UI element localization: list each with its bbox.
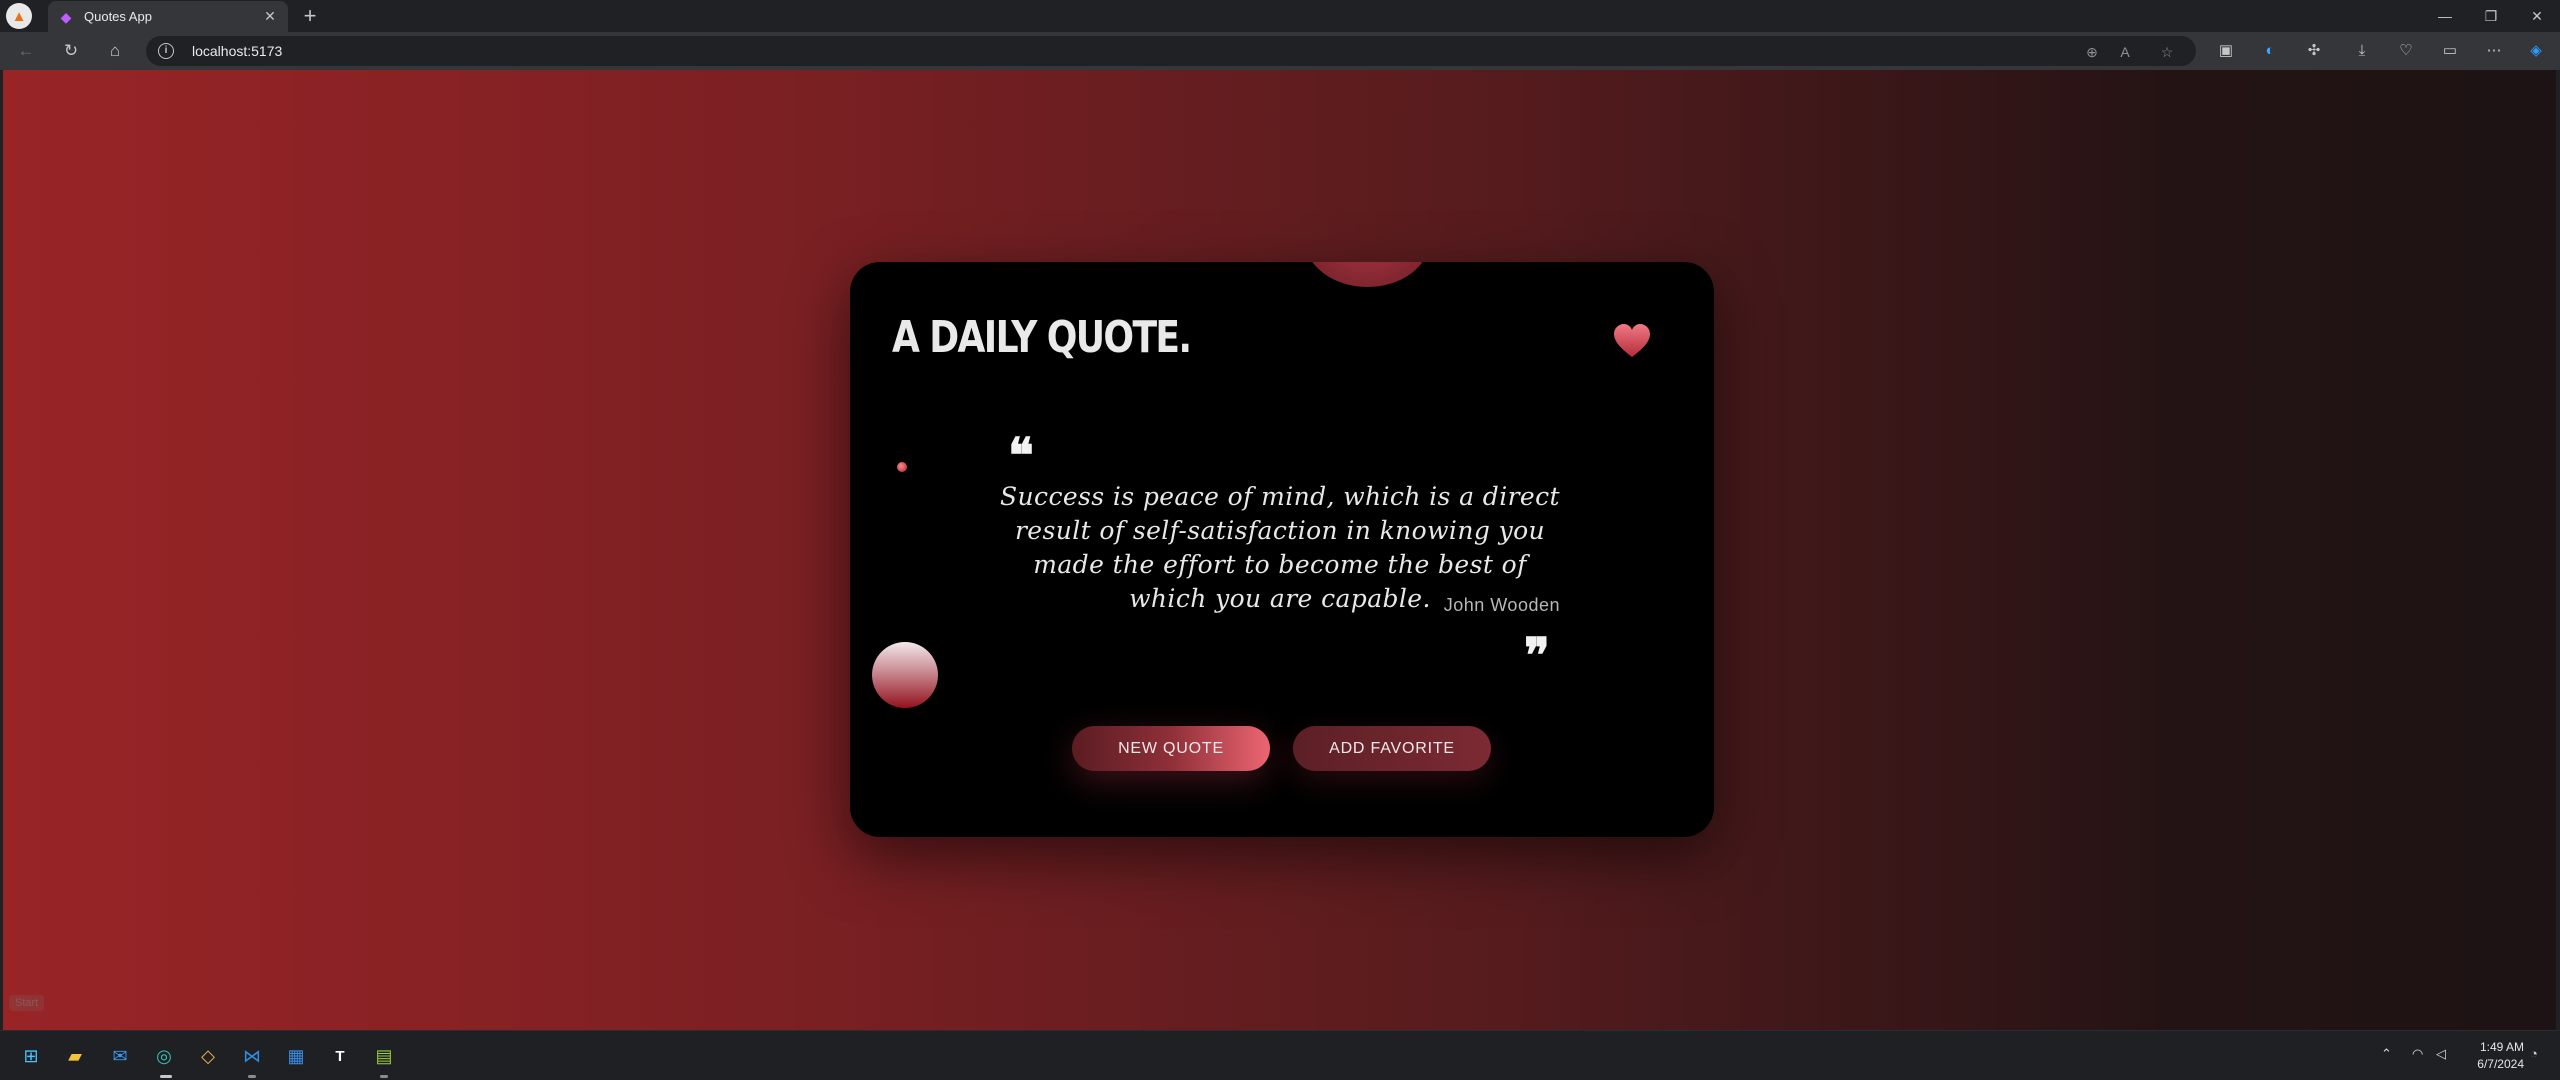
tray-overflow-icon[interactable]: ⌃ — [2381, 1046, 2392, 1062]
taskbar-clock[interactable]: 1:49 AM 6/7/2024 — [2460, 1039, 2524, 1073]
vite-icon: ◆ — [60, 8, 72, 25]
settings-more-icon[interactable]: ⋯ — [2484, 41, 2504, 61]
sourcetree-icon[interactable]: ◇ — [194, 1042, 222, 1070]
running-app-indicator-2 — [380, 1075, 388, 1078]
minimize-button[interactable]: — — [2422, 0, 2468, 32]
page-viewport: A DAILY QUOTE. ❝ Success is peace of min… — [3, 70, 2556, 1030]
extensions-puzzle-icon[interactable]: ✣ — [2304, 41, 2324, 61]
quote-card: A DAILY QUOTE. ❝ Success is peace of min… — [850, 262, 1714, 837]
start-tooltip: Start — [9, 995, 45, 1011]
home-button[interactable]: ⌂ — [103, 39, 127, 63]
running-app-indicator — [248, 1075, 256, 1078]
wifi-icon[interactable]: ◠ — [2412, 1046, 2423, 1062]
address-url[interactable]: localhost:5173 — [192, 43, 282, 59]
zoom-icon[interactable]: ⊕ — [2082, 42, 2102, 62]
edge-sidebar-icon[interactable]: ◐ — [2260, 41, 2280, 61]
tradingview-icon[interactable]: T — [326, 1042, 354, 1070]
open-quote-icon: ❝ — [1008, 428, 1034, 484]
volume-icon[interactable]: ◁ — [2436, 1046, 2446, 1062]
close-quote-icon: ❞ — [1524, 628, 1550, 684]
tab-title: Quotes App — [84, 9, 152, 24]
new-quote-button[interactable]: NEW QUOTE — [1072, 726, 1270, 771]
heart-icon[interactable] — [1612, 322, 1652, 362]
file-explorer-icon[interactable]: ▰ — [61, 1042, 89, 1070]
windows-start-icon[interactable]: ⊞ — [17, 1042, 45, 1070]
active-app-indicator — [160, 1075, 172, 1078]
restore-button[interactable]: ❐ — [2468, 0, 2514, 32]
edge-browser-icon[interactable]: ◎ — [150, 1042, 178, 1070]
profile-icon: ▲ — [11, 7, 27, 25]
calendar-icon[interactable]: ▦ — [282, 1042, 310, 1070]
page-title: A DAILY QUOTE. — [892, 312, 1192, 363]
close-tab-icon[interactable]: ✕ — [262, 8, 278, 25]
favorite-star-icon[interactable]: ☆ — [2157, 42, 2177, 62]
browser-title-bar: ▲ ◆ Quotes App ✕ + — ❐ ✕ — [0, 0, 2560, 32]
close-window-button[interactable]: ✕ — [2514, 0, 2560, 32]
notifications-icon[interactable]: ◔ — [2530, 1046, 2538, 1061]
collections-icon[interactable]: ▭ — [2440, 41, 2460, 61]
vscode-icon[interactable]: ⋈ — [238, 1042, 266, 1070]
decorative-blob — [1305, 262, 1430, 287]
site-info-icon[interactable]: i — [158, 43, 174, 59]
extension-icon[interactable]: ▣ — [2216, 41, 2236, 61]
address-bar[interactable]: i localhost:5173 ⊕ A ☆ — [146, 36, 2196, 66]
mail-icon[interactable]: ✉ — [106, 1042, 134, 1070]
read-aloud-icon[interactable]: A — [2115, 42, 2135, 62]
notepad-icon[interactable]: ▤ — [370, 1042, 398, 1070]
profile-avatar[interactable]: ▲ — [6, 3, 32, 29]
decorative-dot — [897, 462, 907, 472]
clock-time: 1:49 AM — [2479, 1040, 2524, 1054]
browser-toolbar: ← ↻ ⌂ i localhost:5173 ⊕ A ☆ ▣ ◐ ✣ ⤓ ♡ ▭… — [0, 32, 2560, 70]
add-favorite-button[interactable]: ADD FAVORITE — [1293, 726, 1491, 771]
back-button[interactable]: ← — [14, 39, 38, 63]
windows-taskbar: ⊞ ▰ ✉ ◎ ◇ ⋈ ▦ T ▤ ⌃ ◠ ◁ 1:49 AM 6/7/2024… — [0, 1030, 2560, 1080]
downloads-icon[interactable]: ⤓ — [2352, 41, 2372, 61]
decorative-sphere — [872, 642, 938, 708]
clock-date: 6/7/2024 — [2477, 1057, 2524, 1071]
tab-quotes-app[interactable]: ◆ Quotes App ✕ — [48, 1, 288, 32]
refresh-button[interactable]: ↻ — [59, 39, 83, 63]
quote-author: John Wooden — [1443, 595, 1560, 615]
new-tab-button[interactable]: + — [298, 4, 322, 28]
copilot-icon[interactable]: ◈ — [2526, 41, 2546, 61]
browser-essentials-icon[interactable]: ♡ — [2396, 41, 2416, 61]
